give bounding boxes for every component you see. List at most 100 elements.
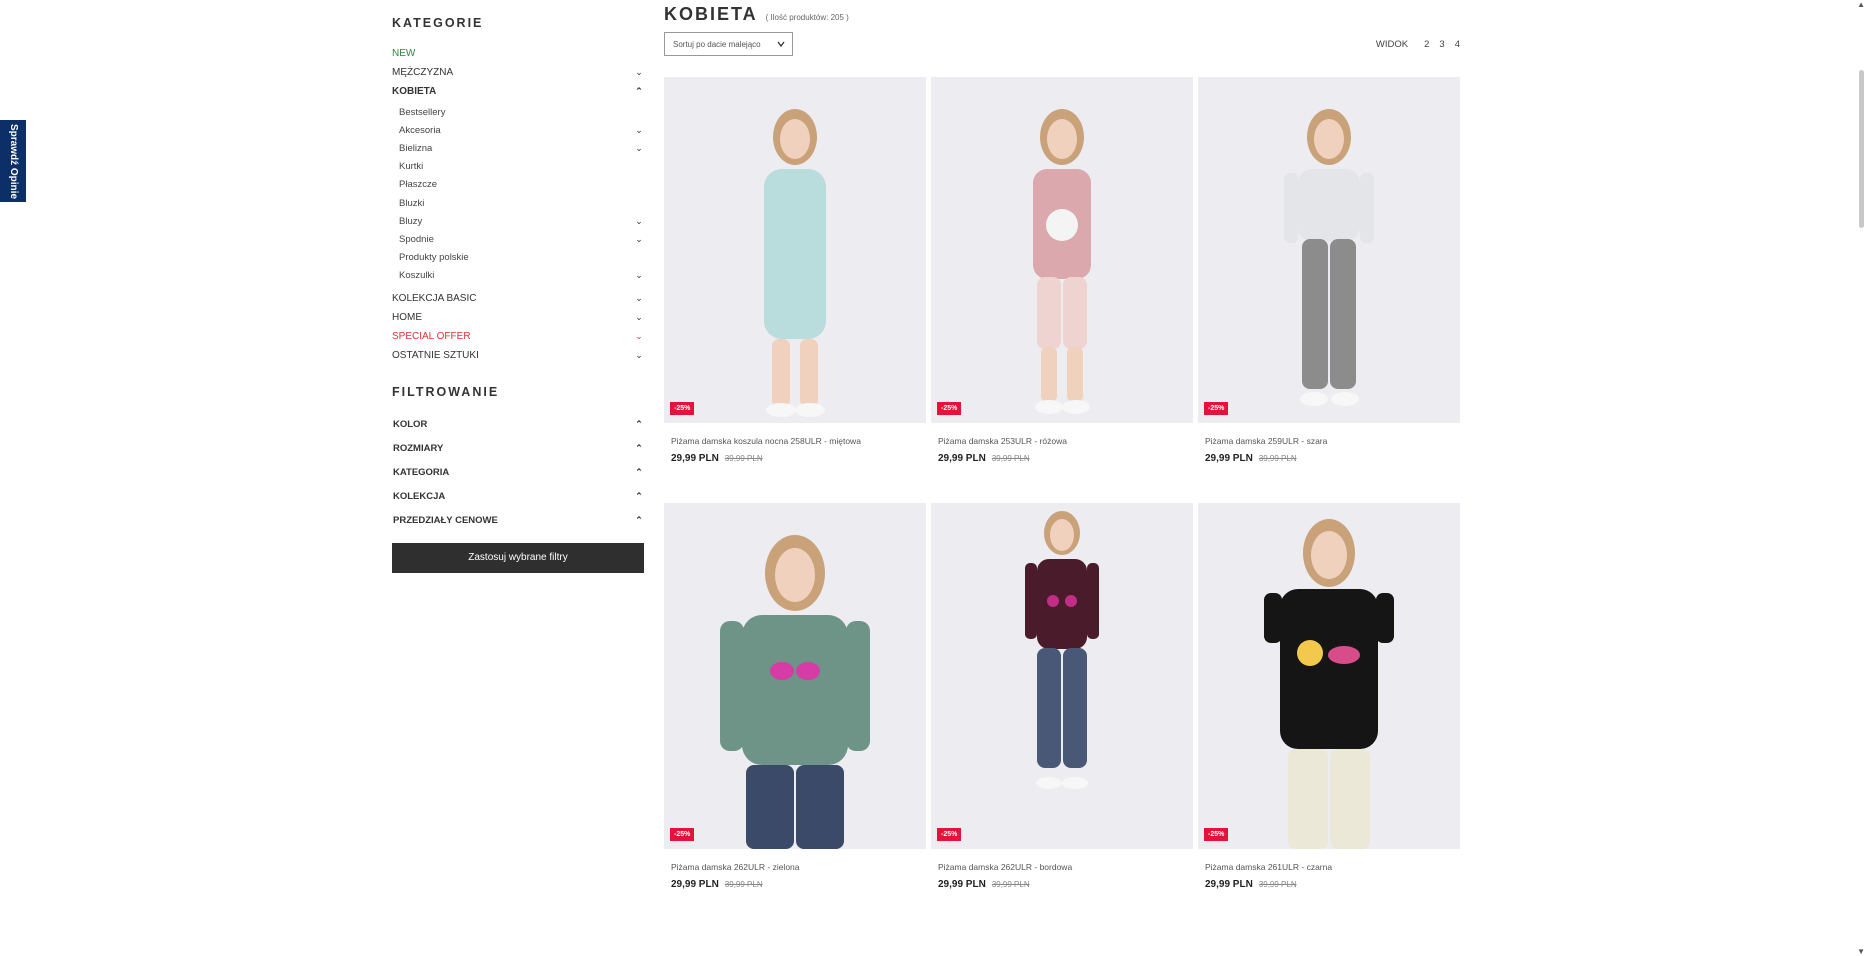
subcategory-kurtki[interactable]: Kurtki (399, 158, 645, 176)
chevron-down-icon[interactable]: ⌄ (633, 216, 645, 227)
opinion-side-tab[interactable]: Sprawdź Opinie (0, 120, 26, 202)
chevron-down-icon[interactable]: ⌄ (633, 270, 645, 281)
chevron-down-icon[interactable]: ⌄ (633, 312, 645, 323)
chevron-up-icon[interactable]: ⌃ (633, 419, 645, 430)
scroll-down-arrow-icon[interactable]: ▼ (1857, 947, 1865, 956)
subcategory-bluzy[interactable]: Bluzy ⌄ (399, 212, 645, 230)
product-card[interactable]: -25% Piżama damska 259ULR - szara 29,99 … (1198, 77, 1460, 464)
garment-bottom (1302, 239, 1328, 389)
product-old-price: 39,99 PLN (991, 880, 1030, 889)
garment-sleeve (1087, 563, 1099, 639)
price-row: 29,99 PLN 39,99 PLN (664, 879, 926, 890)
category-new[interactable]: NEW (392, 44, 645, 63)
discount-badge: -25% (670, 402, 695, 415)
chevron-down-icon[interactable]: ⌄ (633, 125, 645, 136)
opinion-side-tab-label: Sprawdź Opinie (7, 123, 19, 199)
category-list: NEW MĘŻCZYZNA ⌄ KOBIETA ⌃ (392, 44, 645, 101)
chevron-down-icon[interactable]: ⌄ (633, 350, 645, 361)
product-image[interactable]: -25% (931, 503, 1193, 849)
garment-sleeve (1025, 563, 1037, 639)
chevron-down-icon[interactable]: ⌄ (633, 234, 645, 245)
product-name[interactable]: Piżama damska 261ULR - czarna (1198, 862, 1460, 872)
product-card[interactable]: -25% Piżama damska 261ULR - czarna 29,99… (1198, 503, 1460, 890)
view-option-3[interactable]: 3 (1439, 39, 1444, 50)
page-scrollbar[interactable]: ▲ ▼ (1856, 0, 1866, 956)
filter-label: KATEGORIA (393, 467, 450, 479)
subcategory-koszulki[interactable]: Koszulki ⌄ (399, 267, 645, 285)
chevron-up-icon[interactable]: ⌃ (633, 443, 645, 454)
scrollbar-thumb[interactable] (1859, 70, 1864, 228)
filter-kolor[interactable]: KOLOR ⌃ (392, 413, 645, 437)
product-photo-figure (1033, 109, 1091, 414)
subcategory-bielizna[interactable]: Bielizna ⌄ (399, 139, 645, 157)
apply-filters-button[interactable]: Zastosuj wybrane filtry (392, 542, 644, 573)
filter-przedzialy-cenowe[interactable]: PRZEDZIAŁY CENOWE ⌃ (392, 509, 645, 533)
product-image[interactable]: -25% (664, 77, 926, 423)
garment-bottom (746, 765, 794, 849)
product-name[interactable]: Piżama damska 259ULR - szara (1198, 436, 1460, 446)
product-name[interactable]: Piżama damska koszula nocna 258ULR - mię… (664, 436, 926, 446)
garment-top (1298, 169, 1360, 241)
chevron-up-icon[interactable]: ⌃ (633, 86, 645, 97)
garment-sleeve (1376, 593, 1394, 643)
product-name[interactable]: Piżama damska 253ULR - różowa (931, 436, 1193, 446)
subcategory-list: Bestsellery Akcesoria ⌄ Bielizna ⌄ Kurtki … (399, 103, 645, 285)
chevron-down-icon[interactable]: ⌄ (633, 293, 645, 304)
discount-badge: -25% (937, 402, 962, 415)
view-switch: WIDOK 2 3 4 (1376, 39, 1460, 50)
garment-top (1037, 559, 1087, 649)
category-kolekcja-basic[interactable]: KOLEKCJA BASIC ⌄ (392, 289, 645, 308)
product-image[interactable]: -25% (1198, 503, 1460, 849)
filter-heading: FILTROWANIE (392, 384, 500, 399)
product-price: 29,99 PLN (671, 879, 719, 890)
chevron-up-icon[interactable]: ⌃ (633, 515, 645, 526)
subcategory-bestsellery[interactable]: Bestsellery (399, 103, 645, 121)
subcategory-spodnie[interactable]: Spodnie ⌄ (399, 230, 645, 248)
scroll-up-arrow-icon[interactable]: ▲ (1857, 0, 1865, 9)
garment-bottom (1037, 648, 1061, 768)
product-card[interactable]: -25% Piżama damska 253ULR - różowa 29,99… (931, 77, 1193, 464)
category-kobieta[interactable]: KOBIETA ⌃ (392, 82, 645, 101)
subcategory-bluzki[interactable]: Bluzki (399, 194, 645, 212)
product-old-price: 39,99 PLN (1258, 454, 1297, 463)
garment-bottom (1063, 277, 1087, 349)
product-name[interactable]: Piżama damska 262ULR - zielona (664, 862, 926, 872)
category-home[interactable]: HOME ⌄ (392, 308, 645, 327)
category-special-offer[interactable]: SPECIAL OFFER ⌄ (392, 327, 645, 346)
garment-bottom (1288, 749, 1328, 849)
subcategory-akcesoria[interactable]: Akcesoria ⌄ (399, 121, 645, 139)
chevron-down-icon (777, 41, 785, 48)
product-name[interactable]: Piżama damska 262ULR - bordowa (931, 862, 1193, 872)
filter-rozmiary[interactable]: ROZMIARY ⌃ (392, 437, 645, 461)
sort-select[interactable]: Sortuj po dacie malejąco (664, 32, 793, 56)
category-label: HOME (392, 311, 422, 323)
subcategory-plaszcze[interactable]: Płaszcze (399, 176, 645, 194)
garment-bottom (1037, 277, 1061, 349)
product-card[interactable]: -25% Piżama damska 262ULR - zielona 29,9… (664, 503, 926, 890)
chevron-down-icon[interactable]: ⌄ (633, 143, 645, 154)
category-list-more: KOLEKCJA BASIC ⌄ HOME ⌄ SPECIAL OFFER ⌄ OST… (392, 289, 645, 365)
view-option-4[interactable]: 4 (1455, 39, 1460, 50)
product-old-price: 39,99 PLN (991, 454, 1030, 463)
subcategory-label: Produkty polskie (399, 252, 469, 264)
product-card[interactable]: -25% Piżama damska koszula nocna 258ULR … (664, 77, 926, 464)
product-card[interactable]: -25% Piżama damska 262ULR - bordowa 29,9… (931, 503, 1193, 890)
filter-label: KOLOR (393, 419, 428, 431)
subcategory-produkty-polskie[interactable]: Produkty polskie (399, 249, 645, 267)
discount-badge: -25% (1204, 828, 1229, 841)
product-image[interactable]: -25% (1198, 77, 1460, 423)
chevron-down-icon[interactable]: ⌄ (633, 331, 645, 342)
chevron-down-icon[interactable]: ⌄ (633, 67, 645, 78)
product-image[interactable]: -25% (664, 503, 926, 849)
subcategory-label: Koszulki (399, 270, 435, 282)
view-option-2[interactable]: 2 (1424, 39, 1429, 50)
filter-kolekcja[interactable]: KOLEKCJA ⌃ (392, 485, 645, 509)
chevron-up-icon[interactable]: ⌃ (633, 467, 645, 478)
chevron-up-icon[interactable]: ⌃ (633, 491, 645, 502)
category-ostatnie-sztuki[interactable]: OSTATNIE SZTUKI ⌄ (392, 346, 645, 365)
product-image[interactable]: -25% (931, 77, 1193, 423)
filter-label: PRZEDZIAŁY CENOWE (393, 515, 498, 527)
filter-kategoria[interactable]: KATEGORIA ⌃ (392, 461, 645, 485)
categories-heading: KATEGORIE (392, 16, 484, 30)
category-mezczyzna[interactable]: MĘŻCZYZNA ⌄ (392, 63, 645, 82)
